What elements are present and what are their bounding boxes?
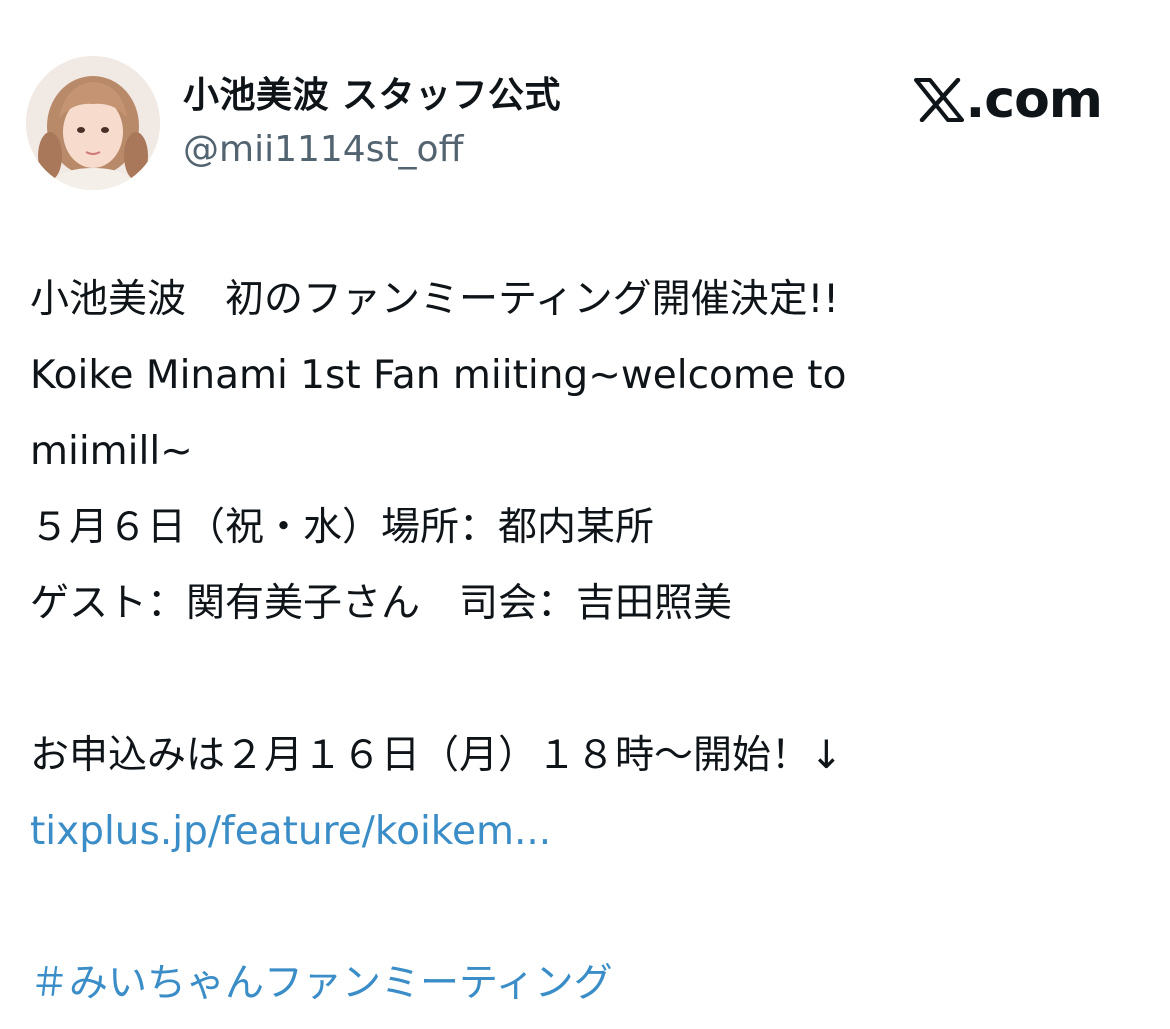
brand-text: .com xyxy=(965,70,1103,130)
avatar-image xyxy=(26,56,160,190)
display-name[interactable]: 小池美波 スタッフ公式 xyxy=(183,72,561,120)
tweet-link[interactable]: tixplus.jp/feature/koikem... xyxy=(30,809,551,854)
tweet-text: 小池美波 初のファンミーティング開催決定!! Koike Minami 1st … xyxy=(30,262,1140,1022)
tweet-line: 小池美波 初のファンミーティング開催決定!! xyxy=(30,277,839,322)
avatar[interactable] xyxy=(26,56,160,190)
hashtag-line: ＃みいちゃんファンミーティング xyxy=(30,946,1140,1022)
hashtag-link[interactable]: ＃みいちゃんファンミーティング xyxy=(30,961,613,1006)
tweet-line: Koike Minami 1st Fan miiting~welcome to xyxy=(30,353,847,398)
x-com-brand: .com xyxy=(913,70,1103,130)
tweet-line: miimill~ xyxy=(30,429,193,474)
user-handle[interactable]: @mii1114st_off xyxy=(183,126,463,174)
x-logo-icon xyxy=(913,78,964,122)
tweet-line: ５月６日（祝・水）場所：都内某所 xyxy=(30,505,655,550)
tweet-link-line: tixplus.jp/feature/koikem... xyxy=(30,794,1140,870)
tweet-header: 小池美波 スタッフ公式 @mii1114st_off .com xyxy=(0,0,1170,200)
tweet-line: ゲスト：関有美子さん 司会：吉田照美 xyxy=(30,581,733,626)
tweet-line: お申込みは２月１６日（月）１８時〜開始！↓ xyxy=(30,733,843,778)
